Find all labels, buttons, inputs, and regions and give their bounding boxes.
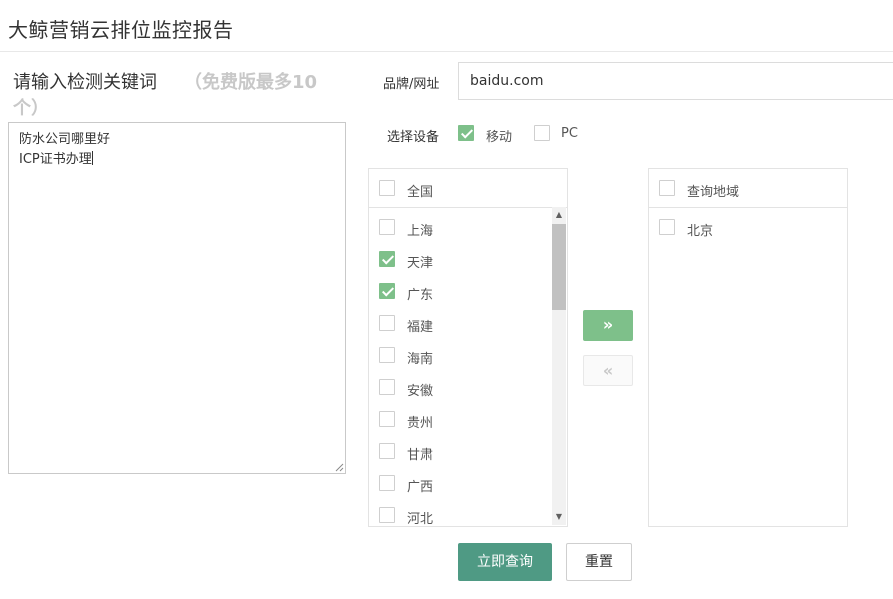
region-checkbox[interactable] bbox=[379, 347, 395, 363]
region-checkbox[interactable] bbox=[379, 251, 395, 267]
page-title: 大鲸营销云排位监控报告 bbox=[8, 18, 234, 42]
region-label: 贵州 bbox=[407, 416, 434, 431]
device-pc-label: PC bbox=[561, 126, 578, 141]
select-all-checkbox[interactable] bbox=[379, 180, 395, 196]
keywords-limit-hint: （免费版最多10 bbox=[184, 72, 318, 93]
source-region-header: 全国 bbox=[369, 169, 567, 208]
region-item[interactable]: 广东 bbox=[369, 275, 551, 307]
region-item[interactable]: 广西 bbox=[369, 467, 551, 499]
region-label: 甘肃 bbox=[407, 448, 434, 463]
region-item[interactable]: 贵州 bbox=[369, 403, 551, 435]
region-checkbox[interactable] bbox=[379, 475, 395, 491]
region-scrollbar-thumb[interactable] bbox=[552, 224, 566, 310]
title-divider bbox=[0, 51, 893, 52]
double-chevron-right-icon: » bbox=[602, 315, 614, 334]
double-chevron-left-icon: « bbox=[602, 361, 614, 380]
target-region-header: 查询地域 bbox=[649, 169, 847, 208]
move-left-button[interactable]: « bbox=[583, 355, 633, 386]
region-item[interactable]: 河北 bbox=[369, 499, 551, 531]
region-item[interactable]: 安徽 bbox=[369, 371, 551, 403]
region-label: 海南 bbox=[407, 352, 434, 367]
target-region-panel: 查询地域 北京 bbox=[648, 168, 848, 527]
region-checkbox[interactable] bbox=[379, 283, 395, 299]
region-checkbox[interactable] bbox=[379, 219, 395, 235]
region-label: 上海 bbox=[407, 224, 434, 239]
text-caret bbox=[91, 151, 93, 165]
device-mobile-label: 移动 bbox=[486, 130, 513, 145]
region-label: 广西 bbox=[407, 480, 434, 495]
query-button[interactable]: 立即查询 bbox=[458, 543, 552, 581]
brand-label: 品牌/网址 bbox=[383, 77, 440, 92]
keywords-textarea[interactable]: 防水公司哪里好 ICP证书办理 bbox=[8, 122, 346, 474]
region-item[interactable]: 天津 bbox=[369, 243, 551, 275]
region-checkbox[interactable] bbox=[659, 219, 675, 235]
move-right-button[interactable]: » bbox=[583, 310, 633, 341]
select-all-label: 全国 bbox=[407, 185, 434, 200]
brand-url-input[interactable] bbox=[458, 62, 893, 100]
region-label: 北京 bbox=[687, 224, 714, 239]
region-checkbox[interactable] bbox=[379, 411, 395, 427]
region-item[interactable]: 福建 bbox=[369, 307, 551, 339]
region-label: 福建 bbox=[407, 320, 434, 335]
reset-button[interactable]: 重置 bbox=[566, 543, 632, 581]
keywords-limit-hint-cont: 个） bbox=[13, 98, 49, 119]
device-mobile-checkbox[interactable] bbox=[458, 125, 474, 141]
resize-grip-icon[interactable] bbox=[334, 462, 344, 472]
region-item[interactable]: 甘肃 bbox=[369, 435, 551, 467]
target-select-all-checkbox[interactable] bbox=[659, 180, 675, 196]
region-item[interactable]: 上海 bbox=[369, 211, 551, 243]
device-pc-checkbox[interactable] bbox=[534, 125, 550, 141]
source-region-panel: 全国 上海 天津 广东 福建 海南 安徽 贵州 甘肃 广西 河北 bbox=[368, 168, 568, 527]
region-label: 天津 bbox=[407, 256, 434, 271]
scroll-down-arrow-icon[interactable]: ▼ bbox=[552, 512, 566, 521]
region-checkbox[interactable] bbox=[379, 379, 395, 395]
region-label: 安徽 bbox=[407, 384, 434, 399]
region-item[interactable]: 北京 bbox=[649, 211, 831, 243]
region-checkbox[interactable] bbox=[379, 315, 395, 331]
device-label: 选择设备 bbox=[387, 130, 440, 145]
region-checkbox[interactable] bbox=[379, 507, 395, 523]
keywords-label: 请输入检测关键词 bbox=[13, 72, 157, 93]
region-item[interactable]: 海南 bbox=[369, 339, 551, 371]
target-header-label: 查询地域 bbox=[687, 185, 740, 200]
region-checkbox[interactable] bbox=[379, 443, 395, 459]
region-label: 河北 bbox=[407, 512, 434, 527]
keyword-line: ICP证书办理 bbox=[19, 151, 93, 167]
region-label: 广东 bbox=[407, 288, 434, 303]
keyword-line: 防水公司哪里好 bbox=[19, 132, 111, 147]
scroll-up-arrow-icon[interactable]: ▲ bbox=[552, 210, 566, 219]
